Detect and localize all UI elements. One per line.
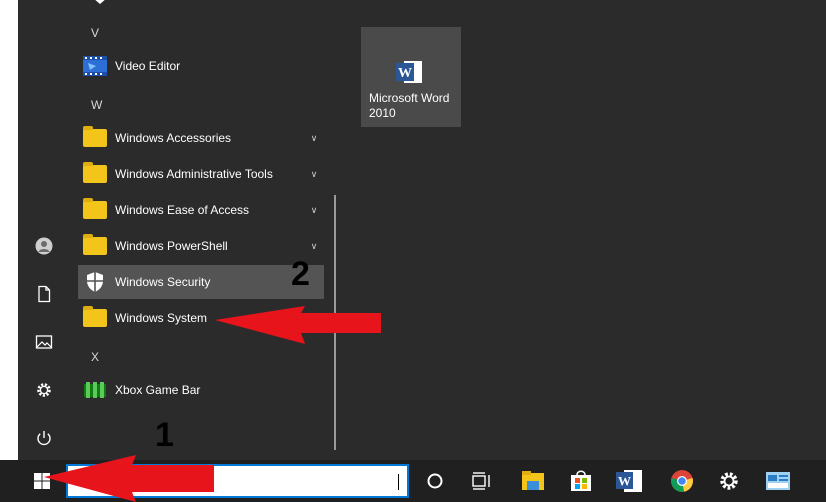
tile-label: Microsoft Word 2010 (369, 91, 450, 120)
partial-app-icon (95, 0, 105, 4)
section-header-v[interactable]: V (91, 26, 99, 40)
file-explorer-button[interactable] (518, 466, 548, 496)
app-list-scrollbar[interactable] (334, 195, 336, 450)
settings-button[interactable] (31, 377, 57, 403)
app-windows-ease-of-access[interactable]: Windows Ease of Access ∨ (78, 193, 324, 227)
app-list: V Video Editor W Windows Accessories ∨ W… (78, 0, 328, 460)
word-icon: W (616, 470, 642, 492)
start-icon (34, 473, 50, 489)
documents-icon (38, 285, 51, 303)
chevron-down-icon[interactable]: ∨ (304, 133, 324, 144)
app-label: Windows Accessories (115, 131, 232, 145)
xbox-game-bar-icon (82, 377, 108, 403)
start-menu: V Video Editor W Windows Accessories ∨ W… (18, 0, 826, 460)
tile-microsoft-word-2010[interactable]: W Microsoft Word 2010 (361, 27, 461, 127)
app-label: Video Editor (115, 59, 181, 73)
taskbar: W (0, 460, 826, 502)
app-xbox-game-bar[interactable]: Xbox Game Bar (78, 373, 324, 407)
cortana-button[interactable] (420, 466, 450, 496)
app-windows-powershell[interactable]: Windows PowerShell ∨ (78, 229, 324, 263)
app-windows-security[interactable]: Windows Security (78, 265, 324, 299)
app-label: Windows Ease of Access (115, 203, 250, 217)
text-caret (398, 474, 399, 490)
file-explorer-icon (522, 471, 544, 490)
pictures-button[interactable] (31, 329, 57, 355)
chevron-down-icon[interactable]: ∨ (304, 205, 324, 216)
svg-text:W: W (398, 66, 412, 81)
folder-icon (83, 162, 107, 183)
control-panel-button[interactable] (763, 466, 793, 496)
store-icon (571, 470, 591, 491)
app-label: Windows System (115, 311, 208, 325)
user-icon (35, 237, 53, 255)
store-button[interactable] (566, 466, 596, 496)
app-windows-system[interactable]: Windows System (78, 301, 324, 335)
documents-button[interactable] (31, 281, 57, 307)
task-view-icon (472, 472, 490, 490)
settings-taskbar-button[interactable] (714, 466, 744, 496)
user-account-button[interactable] (31, 233, 57, 259)
start-left-rail (18, 0, 70, 460)
chevron-down-icon[interactable]: ∨ (304, 241, 324, 252)
folder-icon (83, 234, 107, 255)
app-video-editor[interactable]: Video Editor (78, 49, 324, 83)
start-button[interactable] (18, 460, 66, 502)
folder-icon (83, 126, 107, 147)
search-input[interactable] (66, 464, 409, 498)
word-taskbar-button[interactable]: W (614, 466, 644, 496)
power-icon (37, 431, 51, 446)
cortana-icon (427, 473, 443, 489)
shield-icon (82, 269, 108, 295)
settings-icon (37, 383, 51, 397)
chevron-down-icon[interactable]: ∨ (304, 169, 324, 180)
svg-text:W: W (618, 474, 631, 489)
chrome-button[interactable] (667, 466, 697, 496)
chrome-icon (671, 470, 693, 492)
video-editor-icon (82, 53, 108, 79)
section-header-w[interactable]: W (91, 98, 102, 112)
task-view-button[interactable] (467, 466, 497, 496)
app-label: Windows PowerShell (115, 239, 228, 253)
power-button[interactable] (31, 425, 57, 451)
pictures-icon (35, 335, 53, 349)
word-icon: W (396, 59, 424, 85)
app-windows-administrative-tools[interactable]: Windows Administrative Tools ∨ (78, 157, 324, 191)
section-header-x[interactable]: X (91, 350, 99, 364)
folder-icon (83, 306, 107, 327)
annotation-marker-1: 1 (155, 416, 174, 454)
app-windows-accessories[interactable]: Windows Accessories ∨ (78, 121, 324, 155)
annotation-marker-2: 2 (291, 255, 310, 293)
settings-icon (720, 472, 738, 490)
folder-icon (83, 198, 107, 219)
app-label: Xbox Game Bar (115, 383, 201, 397)
app-label: Windows Administrative Tools (115, 167, 273, 181)
control-panel-icon (766, 472, 790, 490)
